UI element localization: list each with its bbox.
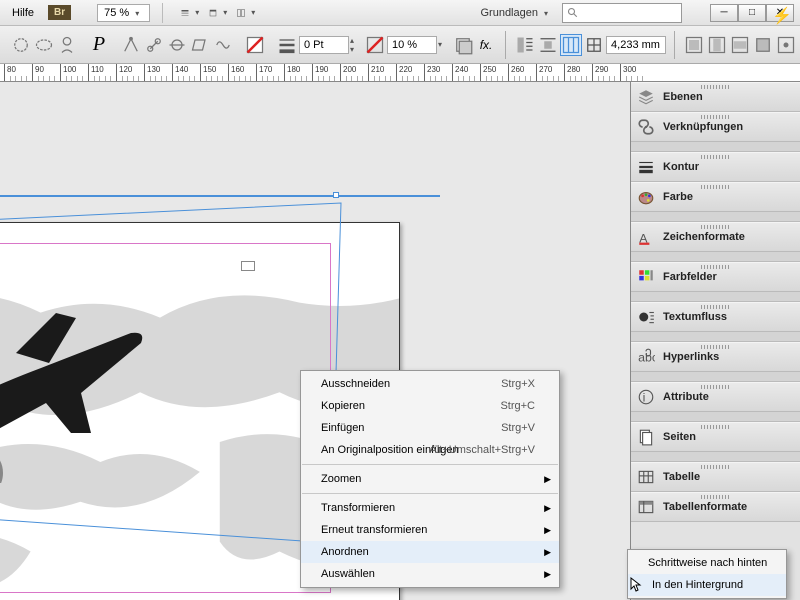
top-menu-bar: Hilfe Br 75 % Grundlagen ─ □ ✕ bbox=[0, 0, 800, 26]
cm-arrange[interactable]: Anordnen▶ bbox=[301, 541, 559, 563]
no-stroke-icon[interactable] bbox=[364, 34, 386, 56]
airplane-graphic bbox=[0, 283, 161, 483]
panel-label: Zeichenformate bbox=[663, 231, 745, 243]
cursor-icon bbox=[630, 577, 642, 593]
panel-label: Kontur bbox=[663, 161, 699, 173]
cm-select[interactable]: Auswählen▶ bbox=[301, 563, 559, 585]
wrap-icon[interactable] bbox=[514, 34, 536, 56]
attributes-icon: i bbox=[637, 388, 655, 406]
cm-paste[interactable]: EinfügenStrg+V bbox=[301, 417, 559, 439]
panel-label: Seiten bbox=[663, 431, 696, 443]
tool-icon[interactable] bbox=[56, 34, 78, 56]
maximize-button[interactable]: □ bbox=[738, 4, 766, 22]
cm-transform-again[interactable]: Erneut transformieren▶ bbox=[301, 519, 559, 541]
panel-table[interactable]: Tabelle bbox=[631, 462, 800, 492]
stroke-weight-field[interactable]: 0 Pt bbox=[299, 36, 349, 54]
panel-label: Ebenen bbox=[663, 91, 703, 103]
workspace-dropdown[interactable]: Grundlagen bbox=[474, 5, 554, 21]
fx-icon[interactable]: fx. bbox=[475, 34, 497, 56]
panel-label: Farbe bbox=[663, 191, 693, 203]
effects-icon[interactable] bbox=[452, 34, 474, 56]
fit-icon[interactable] bbox=[752, 34, 774, 56]
type-tool-icon[interactable]: P bbox=[88, 34, 110, 56]
text-thread-icon[interactable] bbox=[241, 261, 255, 271]
tool-icon[interactable] bbox=[212, 34, 234, 56]
minimize-button[interactable]: ─ bbox=[710, 4, 738, 22]
panel-label: Tabelle bbox=[663, 471, 700, 483]
textwrap-icon bbox=[637, 308, 655, 326]
color-icon bbox=[637, 188, 655, 206]
panel-stroke[interactable]: Kontur bbox=[631, 152, 800, 182]
cm-cut[interactable]: AusschneidenStrg+X bbox=[301, 373, 559, 395]
panel-textwrap[interactable]: Textumfluss bbox=[631, 302, 800, 332]
no-fill-icon[interactable] bbox=[244, 34, 266, 56]
zoom-level-dropdown[interactable]: 75 % bbox=[97, 4, 150, 22]
tool-icon[interactable] bbox=[166, 34, 188, 56]
control-panel-bar: P 0 Pt ▴▾ 10 % ▾ fx. 4,233 mm bbox=[0, 26, 800, 64]
stroke-icon bbox=[637, 158, 655, 176]
tool-icon[interactable] bbox=[189, 34, 211, 56]
search-icon bbox=[567, 7, 579, 19]
charstyle-icon: A bbox=[637, 228, 655, 246]
sm-step-backward[interactable]: Schrittweise nach hinten bbox=[628, 552, 786, 574]
stroke-weight-icon bbox=[276, 34, 298, 56]
tool-icon[interactable] bbox=[10, 34, 32, 56]
svg-text:abc: abc bbox=[638, 351, 655, 365]
tool-icon[interactable] bbox=[33, 34, 55, 56]
wrap-icon[interactable] bbox=[537, 34, 559, 56]
cm-zoom[interactable]: Zoomen▶ bbox=[301, 468, 559, 490]
panel-label: Tabellenformate bbox=[663, 501, 747, 513]
quick-apply-icon[interactable]: ⚡ bbox=[772, 6, 792, 26]
search-input[interactable] bbox=[562, 3, 682, 23]
panel-tablefmt[interactable]: Tabellenformate bbox=[631, 492, 800, 522]
panel-charstyle[interactable]: A Zeichenformate bbox=[631, 222, 800, 252]
links-icon bbox=[637, 118, 655, 136]
table-icon bbox=[637, 468, 655, 486]
panel-label: Textumfluss bbox=[663, 311, 727, 323]
arrange-submenu: Schrittweise nach hinten In den Hintergr… bbox=[627, 549, 787, 599]
tablefmt-icon bbox=[637, 498, 655, 516]
swatches-icon bbox=[637, 268, 655, 286]
tool-icon[interactable] bbox=[143, 34, 165, 56]
panel-color[interactable]: Farbe bbox=[631, 182, 800, 212]
svg-text:i: i bbox=[643, 391, 646, 405]
panel-label: Attribute bbox=[663, 391, 709, 403]
tool-icon[interactable] bbox=[120, 34, 142, 56]
panel-hyperlinks[interactable]: abc Hyperlinks bbox=[631, 342, 800, 372]
layers-icon bbox=[637, 88, 655, 106]
opacity-field[interactable]: 10 % bbox=[387, 36, 437, 54]
panel-label: Hyperlinks bbox=[663, 351, 719, 363]
panel-pages[interactable]: Seiten bbox=[631, 422, 800, 452]
help-menu[interactable]: Hilfe bbox=[6, 5, 40, 21]
size-icon bbox=[583, 34, 605, 56]
cm-copy[interactable]: KopierenStrg+C bbox=[301, 395, 559, 417]
context-menu: AusschneidenStrg+X KopierenStrg+C Einfüg… bbox=[300, 370, 560, 588]
panel-swatches[interactable]: Farbfelder bbox=[631, 262, 800, 292]
hyperlinks-icon: abc bbox=[637, 348, 655, 366]
fit-icon[interactable] bbox=[729, 34, 751, 56]
cm-paste-in-place[interactable]: An Originalposition einfügenAlt+Umschalt… bbox=[301, 439, 559, 461]
size-field[interactable]: 4,233 mm bbox=[606, 36, 666, 54]
panel-label: Farbfelder bbox=[663, 271, 717, 283]
panel-links[interactable]: Verknüpfungen bbox=[631, 112, 800, 142]
cm-transform[interactable]: Transformieren▶ bbox=[301, 497, 559, 519]
bridge-button[interactable]: Br bbox=[48, 5, 71, 20]
panel-label: Verknüpfungen bbox=[663, 121, 743, 133]
sm-send-to-back[interactable]: In den Hintergrund bbox=[628, 574, 786, 596]
fit-icon[interactable] bbox=[706, 34, 728, 56]
panel-dock: Ebenen Verknüpfungen Kontur Farbe A Zeichenfo… bbox=[630, 82, 800, 600]
pages-icon bbox=[637, 428, 655, 446]
wrap-icon[interactable] bbox=[560, 34, 582, 56]
fit-icon[interactable] bbox=[775, 34, 797, 56]
fit-icon[interactable] bbox=[683, 34, 705, 56]
view-options-icon[interactable] bbox=[180, 3, 200, 23]
horizontal-ruler[interactable]: 8090100110120130140150160170180190200210… bbox=[0, 64, 800, 82]
panel-layers[interactable]: Ebenen bbox=[631, 82, 800, 112]
selection-handle[interactable] bbox=[333, 192, 339, 198]
panel-attributes[interactable]: i Attribute bbox=[631, 382, 800, 412]
arrange-docs-icon[interactable] bbox=[236, 3, 256, 23]
screen-mode-icon[interactable] bbox=[208, 3, 228, 23]
